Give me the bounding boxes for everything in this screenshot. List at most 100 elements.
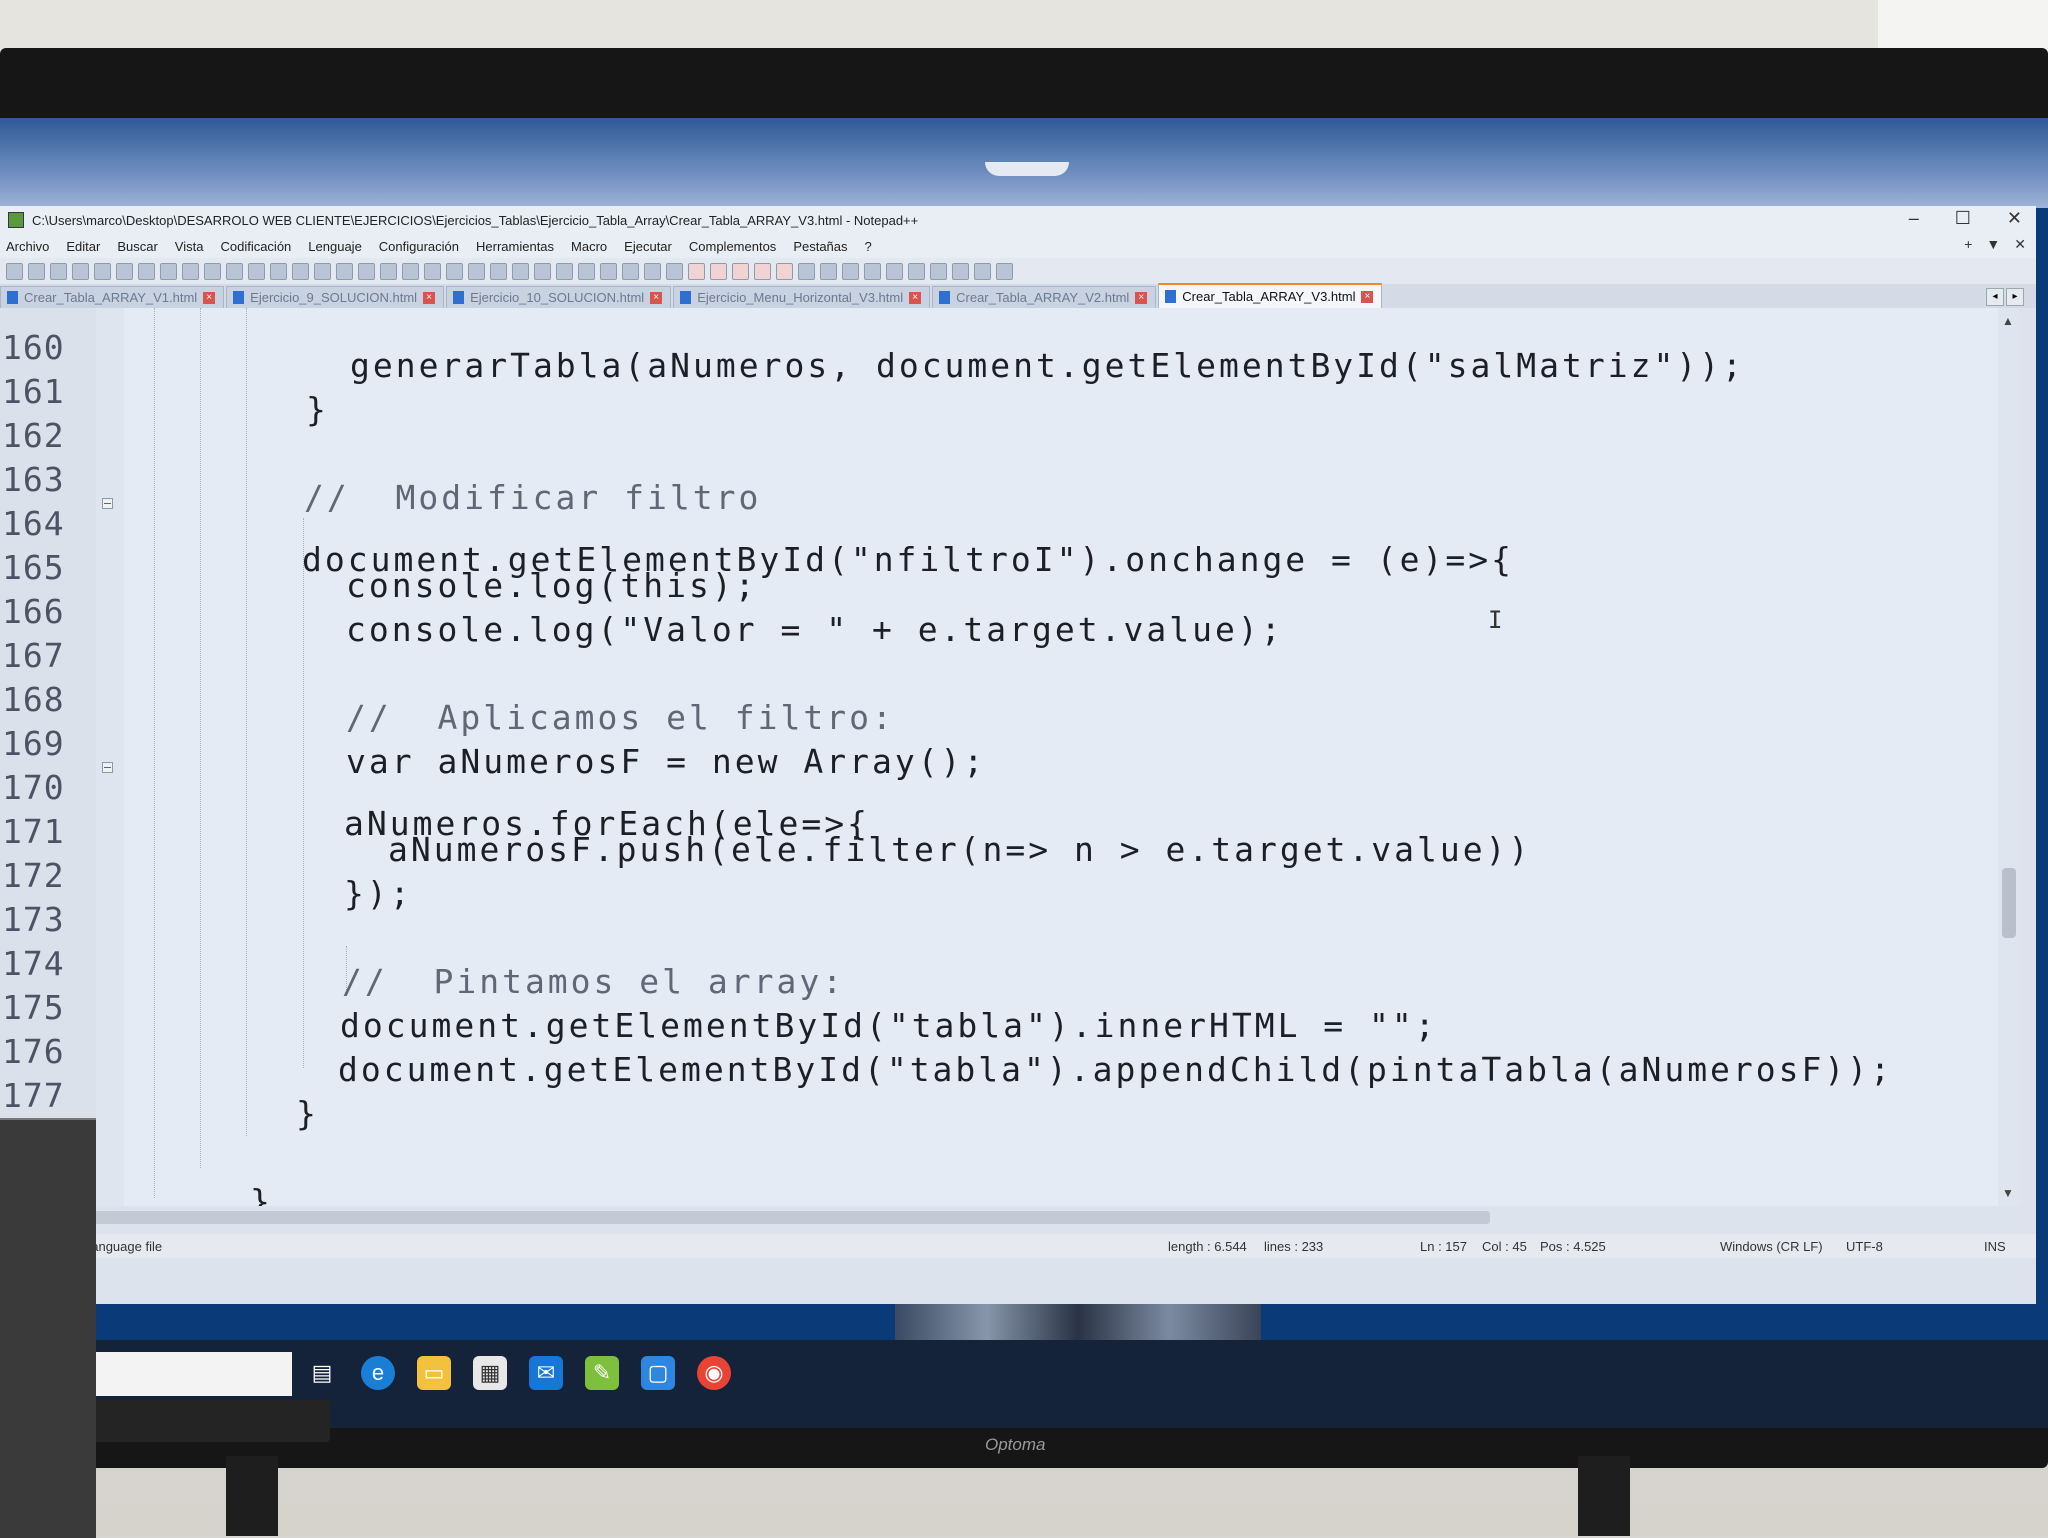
cut-icon[interactable] xyxy=(160,262,177,280)
open-file-icon[interactable] xyxy=(28,262,45,280)
menu-ejecutar[interactable]: Ejecutar xyxy=(624,239,672,254)
fold-toggle-icon[interactable] xyxy=(102,498,113,509)
menu-lenguaje[interactable]: Lenguaje xyxy=(308,239,362,254)
indent-guide-icon[interactable] xyxy=(446,262,463,280)
plugin-b-icon[interactable] xyxy=(710,262,727,280)
print-icon[interactable] xyxy=(138,262,155,280)
horizontal-scrollbar[interactable] xyxy=(0,1206,2020,1228)
plugin-o-icon[interactable] xyxy=(996,262,1013,280)
tab-close-icon[interactable]: × xyxy=(1135,291,1148,304)
close-doc-button[interactable]: ✕ xyxy=(2014,236,2026,253)
horizontal-scroll-thumb[interactable] xyxy=(90,1211,1490,1224)
record-macro-icon[interactable] xyxy=(578,262,595,280)
find-icon[interactable] xyxy=(270,262,287,280)
scroll-down-icon[interactable]: ▼ xyxy=(2002,1186,2014,1200)
copy-icon[interactable] xyxy=(182,262,199,280)
save-all-icon[interactable] xyxy=(72,262,89,280)
menu-pestanas[interactable]: Pestañas xyxy=(793,239,847,254)
tab-close-icon[interactable]: × xyxy=(423,291,436,304)
plugin-l-icon[interactable] xyxy=(930,262,947,280)
menu-editar[interactable]: Editar xyxy=(66,239,100,254)
new-tab-button[interactable]: + xyxy=(1964,236,1972,253)
menu-archivo[interactable]: Archivo xyxy=(6,239,49,254)
status-insert-mode: INS xyxy=(1984,1239,2006,1254)
vertical-scroll-thumb[interactable] xyxy=(2002,868,2016,938)
paste-icon[interactable] xyxy=(204,262,221,280)
word-wrap-icon[interactable] xyxy=(402,262,419,280)
monitoring-icon[interactable] xyxy=(556,262,573,280)
top-panel-handle[interactable] xyxy=(985,162,1069,176)
tab-crear-tabla-array-v3[interactable]: Crear_Tabla_ARRAY_V3.html × xyxy=(1158,283,1383,308)
function-list-icon[interactable] xyxy=(512,262,529,280)
tab-close-icon[interactable]: × xyxy=(909,291,922,304)
tab-ejercicio-9-solucion[interactable]: Ejercicio_9_SOLUCION.html × xyxy=(226,286,445,308)
plugin-n-icon[interactable] xyxy=(974,262,991,280)
doc-map-icon[interactable] xyxy=(490,262,507,280)
task-view-icon[interactable]: ▤ xyxy=(305,1356,339,1390)
undo-icon[interactable] xyxy=(226,262,243,280)
file-explorer-icon[interactable]: ▭ xyxy=(417,1356,451,1390)
show-all-chars-icon[interactable] xyxy=(424,262,441,280)
menu-codificacion[interactable]: Codificación xyxy=(220,239,291,254)
remote-desktop-icon[interactable]: ▢ xyxy=(641,1356,675,1390)
run-macro-multiple-icon[interactable] xyxy=(644,262,661,280)
mail-icon[interactable]: ✉ xyxy=(529,1356,563,1390)
menu-herramientas[interactable]: Herramientas xyxy=(476,239,554,254)
chrome-icon[interactable]: ◉ xyxy=(697,1356,731,1390)
edge-icon[interactable]: e xyxy=(361,1356,395,1390)
plugin-h-icon[interactable] xyxy=(842,262,859,280)
close-file-icon[interactable] xyxy=(94,262,111,280)
menu-help[interactable]: ? xyxy=(865,239,872,254)
plugin-f-icon[interactable] xyxy=(798,262,815,280)
code-editor[interactable]: 160 generarTabla(aNumeros, document.getE… xyxy=(0,308,2020,1206)
plugin-i-icon[interactable] xyxy=(864,262,881,280)
tab-close-icon[interactable]: × xyxy=(203,291,216,304)
save-macro-icon[interactable] xyxy=(666,262,683,280)
plugin-m-icon[interactable] xyxy=(952,262,969,280)
plugin-d-icon[interactable] xyxy=(754,262,771,280)
redo-icon[interactable] xyxy=(248,262,265,280)
close-button[interactable]: ✕ xyxy=(2007,208,2022,229)
menu-vista[interactable]: Vista xyxy=(175,239,204,254)
minimize-button[interactable]: – xyxy=(1909,208,1919,229)
new-file-icon[interactable] xyxy=(6,262,23,280)
tab-ejercicio-10-solucion[interactable]: Ejercicio_10_SOLUCION.html × xyxy=(446,286,672,308)
close-all-icon[interactable] xyxy=(116,262,133,280)
menu-buscar[interactable]: Buscar xyxy=(117,239,157,254)
tab-crear-tabla-array-v2[interactable]: Crear_Tabla_ARRAY_V2.html × xyxy=(932,286,1157,308)
plugin-k-icon[interactable] xyxy=(908,262,925,280)
play-macro-icon[interactable] xyxy=(622,262,639,280)
notepadpp-icon[interactable]: ✎ xyxy=(585,1356,619,1390)
scroll-up-icon[interactable]: ▲ xyxy=(2002,314,2014,328)
menu-macro[interactable]: Macro xyxy=(571,239,607,254)
fold-toggle-icon[interactable] xyxy=(102,762,113,773)
tab-crear-tabla-array-v1[interactable]: Crear_Tabla_ARRAY_V1.html × xyxy=(0,286,225,308)
plugin-j-icon[interactable] xyxy=(886,262,903,280)
menu-configuracion[interactable]: Configuración xyxy=(379,239,459,254)
maximize-button[interactable]: ☐ xyxy=(1955,208,1971,229)
status-eol: Windows (CR LF) xyxy=(1720,1239,1823,1254)
tab-scroll-left-icon[interactable]: ◂ xyxy=(1986,288,2004,306)
tab-ejercicio-menu-horizontal-v3[interactable]: Ejercicio_Menu_Horizontal_V3.html × xyxy=(673,286,931,308)
plugin-a-icon[interactable] xyxy=(688,262,705,280)
menu-complementos[interactable]: Complementos xyxy=(689,239,776,254)
plugin-c-icon[interactable] xyxy=(732,262,749,280)
folder-workspace-icon[interactable] xyxy=(534,262,551,280)
zoom-out-icon[interactable] xyxy=(336,262,353,280)
sync-horizontal-icon[interactable] xyxy=(380,262,397,280)
plugin-g-icon[interactable] xyxy=(820,262,837,280)
tab-close-icon[interactable]: × xyxy=(650,291,663,304)
language-icon[interactable] xyxy=(468,262,485,280)
replace-icon[interactable] xyxy=(292,262,309,280)
save-icon[interactable] xyxy=(50,262,67,280)
tab-scroll-right-icon[interactable]: ▸ xyxy=(2006,288,2024,306)
vertical-scrollbar[interactable]: ▲ ▼ xyxy=(1998,308,2020,1206)
plugin-e-icon[interactable] xyxy=(776,262,793,280)
tab-list-button[interactable]: ▼ xyxy=(1986,236,2000,253)
stop-macro-icon[interactable] xyxy=(600,262,617,280)
store-icon[interactable]: ▦ xyxy=(473,1356,507,1390)
zoom-in-icon[interactable] xyxy=(314,262,331,280)
code-line-163: 163 // Modificar filtro xyxy=(0,442,758,517)
tab-close-icon[interactable]: × xyxy=(1361,290,1374,303)
sync-vertical-icon[interactable] xyxy=(358,262,375,280)
